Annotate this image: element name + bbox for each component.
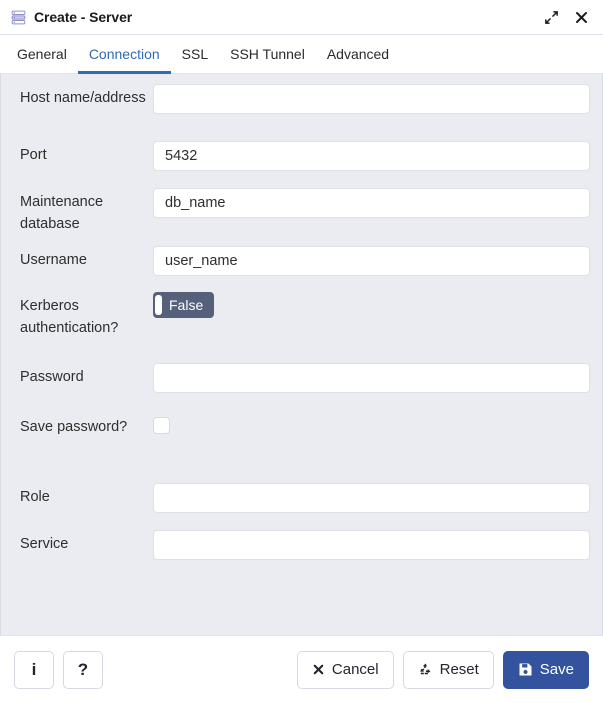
field-row-host: Host name/address bbox=[11, 84, 592, 141]
cancel-button[interactable]: Cancel bbox=[296, 650, 394, 689]
field-row-service: Service bbox=[11, 530, 592, 577]
save-password-checkbox[interactable] bbox=[153, 417, 170, 434]
save-password-control bbox=[153, 413, 592, 434]
service-input[interactable] bbox=[153, 530, 590, 560]
field-row-save-password: Save password? bbox=[11, 413, 592, 483]
tab-advanced[interactable]: Advanced bbox=[316, 36, 400, 74]
close-x-icon bbox=[313, 664, 324, 675]
close-icon[interactable] bbox=[573, 9, 589, 25]
save-button-label: Save bbox=[539, 661, 574, 678]
footer-right-buttons: Cancel Reset Save bbox=[296, 650, 589, 689]
info-icon: i bbox=[31, 660, 37, 679]
username-label: Username bbox=[20, 252, 87, 268]
service-control bbox=[153, 530, 592, 560]
kerberos-control: False bbox=[153, 292, 592, 320]
service-label: Service bbox=[20, 536, 69, 552]
title-bar: Create - Server bbox=[0, 0, 603, 35]
kerberos-toggle-label: False bbox=[169, 297, 204, 313]
floppy-disk-save-icon bbox=[519, 663, 532, 676]
help-button[interactable]: ? bbox=[63, 650, 103, 689]
password-control bbox=[153, 363, 592, 393]
tab-connection-label: Connection bbox=[88, 45, 160, 62]
tab-connection[interactable]: Connection bbox=[77, 36, 171, 74]
tab-bar: General Connection SSL SSH Tunnel Advanc… bbox=[0, 35, 603, 74]
maintenance-database-control bbox=[153, 188, 592, 218]
role-label: Role bbox=[20, 489, 50, 505]
tab-general[interactable]: General bbox=[6, 36, 78, 74]
cancel-button-label: Cancel bbox=[331, 661, 379, 678]
footer-left-buttons: i ? bbox=[14, 650, 297, 689]
save-password-label: Save password? bbox=[20, 419, 128, 435]
tab-general-label: General bbox=[17, 45, 67, 62]
title-bar-left: Create - Server bbox=[11, 9, 543, 25]
title-bar-controls bbox=[543, 9, 589, 25]
host-control bbox=[153, 84, 592, 114]
tab-advanced-label: Advanced bbox=[326, 45, 390, 62]
reset-button[interactable]: Reset bbox=[402, 650, 494, 689]
kerberos-toggle[interactable]: False bbox=[153, 292, 215, 318]
recycle-icon bbox=[420, 663, 431, 675]
create-server-dialog: Create - Server General Connection SSL S… bbox=[0, 0, 603, 703]
tab-ssh-tunnel-label: SSH Tunnel bbox=[230, 45, 305, 62]
field-row-kerberos: Kerberos authentication? False bbox=[11, 292, 592, 363]
tab-ssl-label: SSL bbox=[181, 45, 209, 62]
connection-form: Host name/address Port Maintenance datab… bbox=[0, 74, 603, 635]
reset-button-label: Reset bbox=[439, 661, 479, 678]
role-control bbox=[153, 483, 592, 513]
host-input[interactable] bbox=[153, 84, 590, 114]
field-row-role: Role bbox=[11, 483, 592, 530]
maximize-icon[interactable] bbox=[543, 9, 559, 25]
tab-ssl[interactable]: SSL bbox=[171, 36, 219, 74]
port-label: Port bbox=[20, 147, 47, 163]
dialog-title: Create - Server bbox=[34, 9, 133, 25]
save-button[interactable]: Save bbox=[502, 650, 589, 689]
username-control bbox=[153, 246, 592, 276]
field-row-username: Username bbox=[11, 246, 592, 292]
dialog-footer: i ? Cancel Reset Save bbox=[0, 635, 603, 703]
info-button[interactable]: i bbox=[14, 650, 54, 689]
host-label: Host name/address bbox=[20, 90, 146, 106]
maintenance-database-label: Maintenance database bbox=[20, 194, 104, 232]
username-input[interactable] bbox=[153, 246, 590, 276]
question-mark-icon: ? bbox=[77, 660, 89, 679]
field-row-password: Password bbox=[11, 363, 592, 413]
field-row-port: Port bbox=[11, 141, 592, 188]
port-input[interactable] bbox=[153, 141, 590, 171]
port-control bbox=[153, 141, 592, 171]
password-input[interactable] bbox=[153, 363, 590, 393]
password-label: Password bbox=[20, 369, 84, 385]
database-icon bbox=[11, 10, 26, 24]
tab-ssh-tunnel[interactable]: SSH Tunnel bbox=[219, 36, 316, 74]
role-input[interactable] bbox=[153, 483, 590, 513]
maintenance-database-input[interactable] bbox=[153, 188, 590, 218]
kerberos-toggle-knob bbox=[155, 295, 162, 315]
field-row-maintenance-database: Maintenance database bbox=[11, 188, 592, 246]
kerberos-label: Kerberos authentication? bbox=[20, 298, 119, 336]
